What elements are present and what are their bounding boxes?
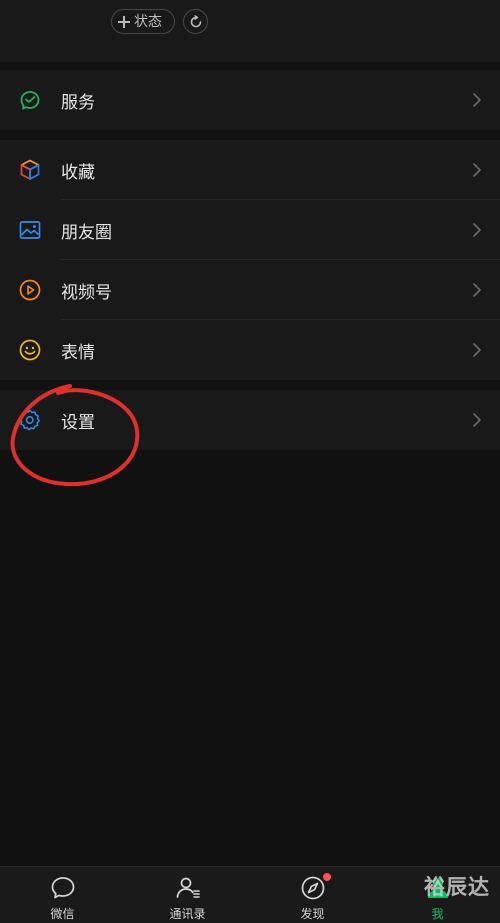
menu-item-label: 收藏 [61,162,95,183]
menu-item-favorites[interactable]: 收藏 [0,140,500,200]
features-group: 收藏 朋友圈 视频号 表情 [0,140,500,380]
add-status-button[interactable]: 状态 [111,9,175,34]
watermark: 裕辰达 [424,875,490,899]
plus-icon [118,15,130,28]
menu-item-stickers[interactable]: 表情 [0,320,500,380]
menu-item-label: 表情 [61,342,95,363]
chevron-right-icon [473,283,481,297]
settings-group: 设置 [0,390,500,450]
menu-item-label: 朋友圈 [61,222,112,243]
channels-play-icon [18,278,42,302]
tab-label: 微信 [50,907,75,921]
moments-image-icon [18,218,42,242]
menu-item-label: 设置 [61,412,95,433]
tab-chats[interactable]: 微信 [0,867,125,923]
profile-header: 状态 [0,0,500,62]
tab-label: 发现 [300,907,325,921]
menu-item-label: 服务 [61,92,95,113]
menu-item-services[interactable]: 服务 [0,70,500,130]
notification-dot [323,873,331,881]
chevron-right-icon [473,413,481,427]
tab-label: 我 [431,907,444,921]
menu-item-settings[interactable]: 设置 [0,390,500,450]
services-group: 服务 [0,70,500,130]
refresh-status-button[interactable] [183,9,208,34]
tab-discover[interactable]: 发现 [250,867,375,923]
gear-icon [18,408,42,432]
annotation-circle [10,384,140,487]
tab-label: 通讯录 [169,907,206,921]
chevron-right-icon [473,223,481,237]
chevron-right-icon [473,343,481,357]
status-label: 状态 [134,13,162,30]
favorites-cube-icon [18,158,42,182]
menu-item-channels[interactable]: 视频号 [0,260,500,320]
chevron-right-icon [473,163,481,177]
sticker-smile-icon [18,338,42,362]
chat-bubble-icon [51,877,74,899]
wechat-pay-icon [18,88,42,112]
menu-item-moments[interactable]: 朋友圈 [0,200,500,260]
contacts-icon [176,877,200,898]
chevron-right-icon [473,93,481,107]
tab-contacts[interactable]: 通讯录 [125,867,250,923]
menu-item-label: 视频号 [61,282,112,303]
refresh-icon [190,14,201,27]
